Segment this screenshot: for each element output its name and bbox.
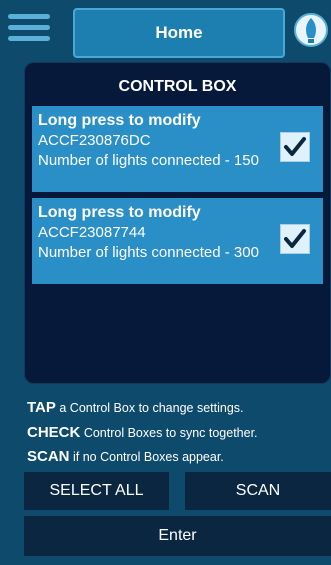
hamburger-menu-icon[interactable]	[8, 14, 50, 46]
menu-line	[8, 36, 50, 41]
item-code: ACCF230876DC	[38, 132, 151, 149]
checkmark-icon	[284, 229, 306, 248]
control-box-item[interactable]: Long press to modify ACCF230876DC Number…	[32, 106, 323, 192]
help-scan: SCAN if no Control Boxes appear.	[27, 448, 224, 465]
item-lights-count: Number of lights connected - 150	[38, 152, 259, 169]
help-keyword: CHECK	[27, 424, 81, 441]
page-title: Home	[73, 8, 285, 58]
help-tap: TAP a Control Box to change settings.	[27, 399, 244, 416]
menu-line	[8, 25, 50, 30]
item-heading: Long press to modify	[38, 204, 201, 221]
enter-label: Enter	[158, 527, 197, 544]
panel-title: CONTROL BOX	[118, 78, 237, 95]
control-box-item[interactable]: Long press to modify ACCF23087744 Number…	[32, 198, 323, 284]
select-all-button[interactable]: SELECT ALL	[24, 472, 169, 510]
scan-label: SCAN	[235, 482, 281, 499]
help-text: if no Control Boxes appear.	[69, 450, 224, 464]
select-all-label: SELECT ALL	[49, 482, 144, 499]
item-code: ACCF23087744	[38, 224, 146, 241]
checkmark-icon	[284, 137, 306, 156]
light-bulb-icon[interactable]	[294, 10, 328, 50]
control-box-panel: CONTROL BOX Long press to modify ACCF230…	[24, 62, 331, 384]
item-heading: Long press to modify	[38, 112, 201, 129]
scan-button[interactable]: SCAN	[185, 472, 331, 510]
sync-checkbox[interactable]	[280, 224, 310, 254]
top-bar: Home	[0, 0, 331, 60]
sync-checkbox[interactable]	[280, 132, 310, 162]
menu-line	[8, 14, 50, 19]
enter-button[interactable]: Enter	[24, 516, 331, 556]
help-text: Control Boxes to sync together.	[80, 426, 258, 440]
help-keyword: TAP	[27, 399, 56, 416]
page-title-text: Home	[155, 23, 203, 42]
help-keyword: SCAN	[27, 448, 70, 465]
help-check: CHECK Control Boxes to sync together.	[27, 424, 258, 441]
help-text: a Control Box to change settings.	[55, 401, 244, 415]
item-lights-count: Number of lights connected - 300	[38, 244, 259, 261]
